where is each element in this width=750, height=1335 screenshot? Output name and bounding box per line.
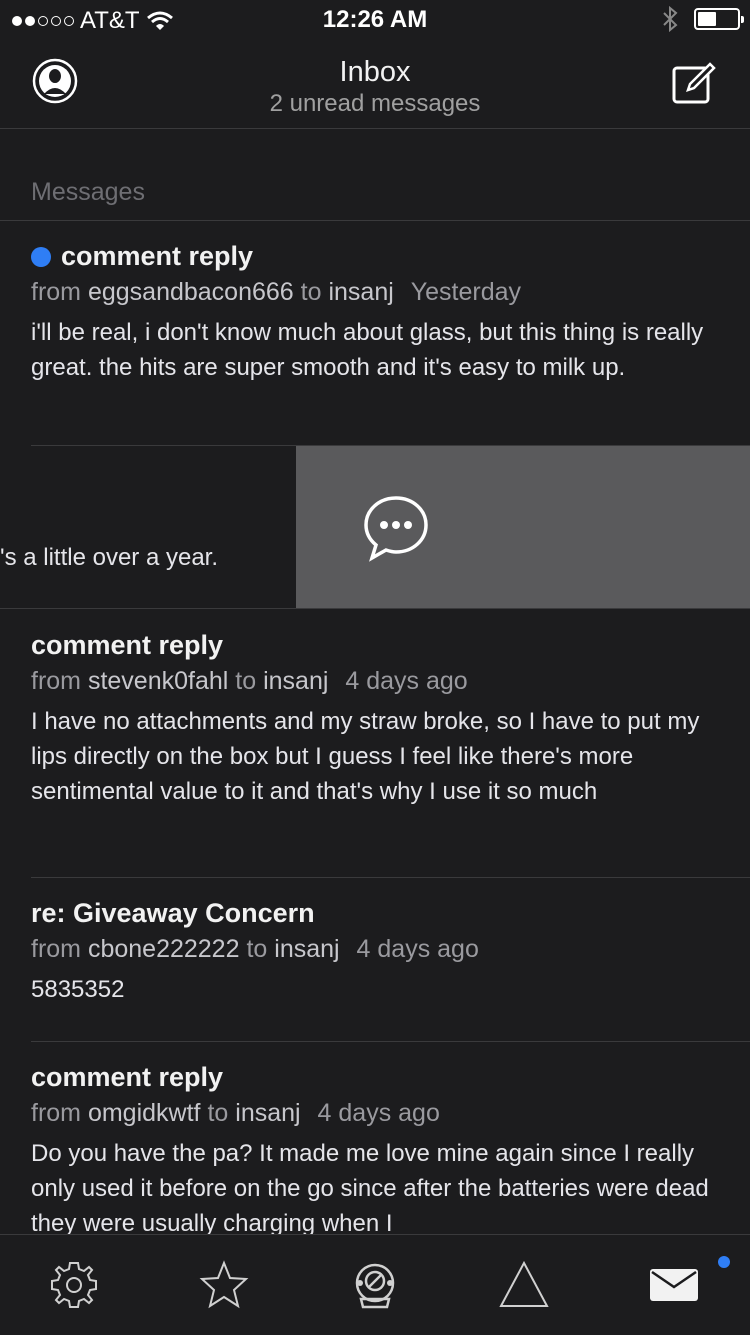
to-label: to	[207, 1099, 229, 1127]
timestamp: 4 days ago	[356, 935, 479, 963]
unread-count: 2 unread messages	[269, 90, 481, 117]
divider	[0, 220, 750, 221]
from-label: from	[31, 278, 81, 306]
compose-icon	[672, 62, 716, 104]
recipient-link[interactable]: insanj	[328, 278, 393, 306]
timestamp: 4 days ago	[317, 1099, 440, 1127]
gear-icon	[51, 1262, 97, 1308]
swiped-message-row[interactable]: 's a little over a year.	[0, 446, 750, 609]
message-body: i'll be real, i don't know much about gl…	[31, 319, 704, 381]
unread-indicator	[31, 246, 51, 267]
tab-inbox[interactable]	[648, 1259, 700, 1311]
mail-icon	[650, 1269, 698, 1301]
message-body: 5835352	[31, 976, 125, 1003]
from-label: from	[31, 667, 81, 695]
reply-action-button[interactable]	[296, 446, 750, 609]
tab-settings[interactable]	[48, 1259, 100, 1311]
message-row[interactable]: re: Giveaway Concern from cbone222222 to…	[31, 898, 721, 1007]
recipient-link[interactable]: insanj	[263, 667, 328, 695]
divider	[0, 608, 750, 609]
star-icon	[199, 1260, 249, 1309]
message-row[interactable]: comment reply from eggsandbacon666 to in…	[31, 241, 721, 385]
sender-link[interactable]: cbone222222	[88, 935, 240, 963]
sender-link[interactable]: eggsandbacon666	[88, 278, 294, 306]
message-subject: comment reply	[61, 241, 254, 271]
reply-bubble-icon	[364, 496, 428, 562]
nav-header: Inbox 2 unread messages	[0, 40, 750, 129]
timestamp: Yesterday	[410, 278, 522, 306]
message-row[interactable]: comment reply from omgidkwtf to insanj 4…	[31, 1062, 721, 1241]
from-label: from	[31, 935, 81, 963]
message-subject: comment reply	[31, 630, 224, 660]
tab-favorites[interactable]	[198, 1259, 250, 1311]
tab-notifications[interactable]	[498, 1259, 550, 1311]
message-body: Do you have the pa? It made me love mine…	[31, 1140, 709, 1237]
recipient-link[interactable]: insanj	[235, 1099, 300, 1127]
divider	[31, 1041, 750, 1042]
to-label: to	[235, 667, 257, 695]
message-subject: re: Giveaway Concern	[31, 898, 315, 928]
clock: 12:26 AM	[322, 6, 428, 33]
status-bar: AT&T 12:26 AM	[0, 0, 750, 40]
message-subject: comment reply	[31, 1062, 224, 1092]
section-label: Messages	[31, 178, 145, 206]
message-row[interactable]: comment reply from stevenk0fahl to insan…	[31, 630, 721, 809]
from-label: from	[31, 1099, 81, 1127]
to-label: to	[246, 935, 268, 963]
diver-helmet-icon	[355, 1263, 395, 1309]
recipient-link[interactable]: insanj	[274, 935, 339, 963]
page-title: Inbox	[339, 56, 411, 88]
bluetooth-icon	[663, 6, 678, 32]
message-body: I have no attachments and my straw broke…	[31, 708, 700, 805]
inbox-badge	[718, 1256, 730, 1268]
compose-button[interactable]	[670, 58, 720, 108]
timestamp: 4 days ago	[345, 667, 468, 695]
message-body-partial: 's a little over a year.	[0, 544, 219, 571]
sender-link[interactable]: omgidkwtf	[88, 1099, 201, 1127]
tab-bar	[0, 1234, 750, 1335]
divider	[31, 877, 750, 878]
tab-explore[interactable]	[349, 1259, 401, 1311]
to-label: to	[300, 278, 322, 306]
sender-link[interactable]: stevenk0fahl	[88, 667, 228, 695]
battery-icon	[694, 8, 744, 30]
triangle-icon	[499, 1260, 549, 1307]
